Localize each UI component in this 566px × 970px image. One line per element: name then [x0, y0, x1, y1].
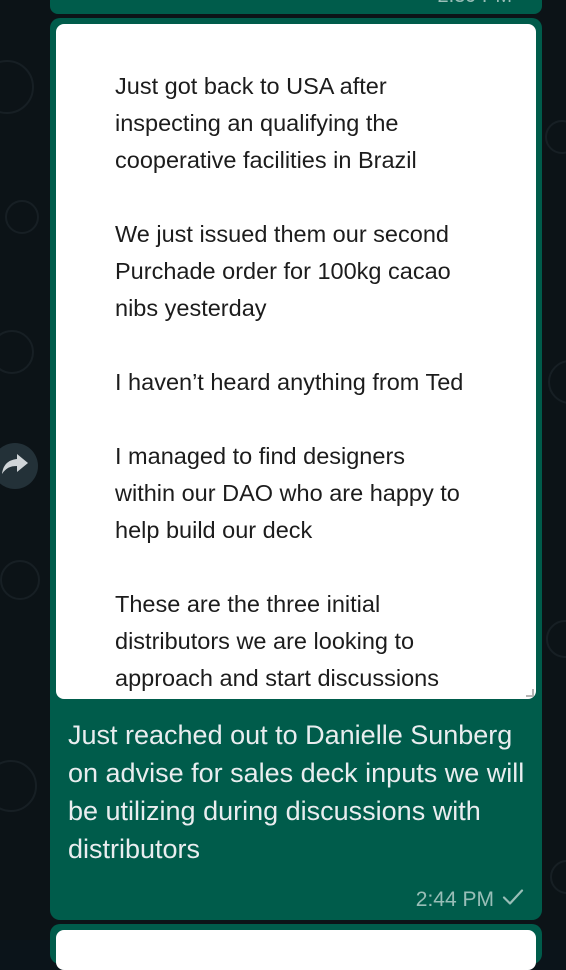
- message-caption: Just reached out to Danielle Sunberg on …: [68, 720, 525, 864]
- next-message-bubble[interactable]: [50, 924, 542, 970]
- check-icon: [502, 888, 524, 912]
- wallpaper-doodle: [550, 860, 566, 894]
- wallpaper-doodle: [0, 760, 37, 812]
- message-image[interactable]: Hi Danielle, Just got back to USA after i…: [56, 24, 536, 699]
- wallpaper-doodle: [546, 620, 566, 658]
- image-text-paragraph: Just got back to USA after inspecting an…: [115, 73, 417, 173]
- resize-grip-icon: [526, 689, 534, 697]
- message-time: 2:39 PM: [438, 0, 512, 8]
- message-time: 2:44 PM: [415, 888, 494, 911]
- forward-icon: [1, 452, 29, 481]
- previous-message-bubble[interactable]: 2:39 PM: [50, 0, 542, 14]
- wallpaper-doodle: [5, 200, 39, 234]
- image-text-paragraph: Hi Danielle,: [115, 24, 525, 31]
- outgoing-message-bubble[interactable]: Hi Danielle, Just got back to USA after i…: [50, 18, 542, 920]
- next-message-image[interactable]: [56, 930, 536, 970]
- image-text-paragraph: I haven’t heard anything from Ted: [115, 369, 464, 395]
- wallpaper-doodle: [0, 330, 34, 374]
- image-text-paragraph: We just issued them our second Purchade …: [115, 221, 451, 321]
- image-text-content: Hi Danielle, Just got back to USA after i…: [115, 24, 525, 697]
- wallpaper-doodle: [0, 60, 34, 114]
- wallpaper-doodle: [548, 360, 566, 404]
- image-text-paragraph: I managed to find designers within our D…: [115, 443, 460, 543]
- message-meta: 2:44 PM: [416, 888, 524, 912]
- image-text-paragraph: These are the three initial distributors…: [115, 591, 439, 691]
- wallpaper-doodle: [545, 120, 566, 154]
- wallpaper-doodle: [0, 560, 40, 600]
